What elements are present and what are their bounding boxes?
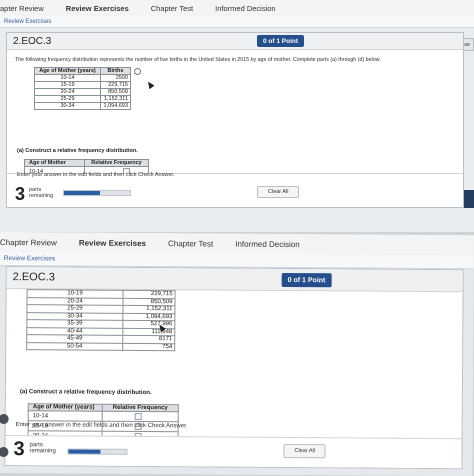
hint-text: Enter your answer in the edit fields and… xyxy=(17,172,175,178)
answer-cell xyxy=(102,411,179,422)
part-a-label: (a) Construct a relative frequency distr… xyxy=(19,389,152,397)
subtab-review-exercises[interactable]: Review Exercises xyxy=(4,19,51,25)
top-screenshot: apter Review Review Exercises Chapter Te… xyxy=(0,0,474,232)
table-row: 10-14 2500 xyxy=(34,74,131,82)
parts-remaining: parts remaining xyxy=(29,187,53,199)
age-cell: 50-54 xyxy=(26,342,123,351)
age-cell: 20-24 xyxy=(34,88,101,96)
remaining-label: remaining xyxy=(29,448,56,455)
parts-remaining: parts remaining xyxy=(29,442,55,454)
table-row: 30-34 1,094,693 xyxy=(34,102,131,110)
tab-chapter-test[interactable]: Chapter Test xyxy=(168,239,213,248)
parts-count: 3 xyxy=(13,438,25,461)
question-title: 2.EOC.3 xyxy=(13,36,52,47)
births-cell: 2500 xyxy=(100,74,131,82)
births-cell: 850,509 xyxy=(100,88,131,96)
expand-table-icon[interactable] xyxy=(134,68,141,75)
question-header: 2.EOC.3 0 of 1 Point xyxy=(7,33,463,50)
births-cell: 754 xyxy=(122,342,175,351)
rel-header-frequency: Relative Frequency xyxy=(102,404,179,412)
births-cell: 1,152,311 xyxy=(100,95,131,103)
answer-input[interactable] xyxy=(134,412,142,420)
question-title: 2.EOC.3 xyxy=(12,271,55,284)
mouse-cursor-icon xyxy=(145,79,155,90)
tab-informed-decision[interactable]: Informed Decision xyxy=(235,239,300,248)
tab-review-exercises[interactable]: Review Exercises xyxy=(66,4,129,13)
clear-all-button[interactable]: Clear All xyxy=(257,186,300,198)
hint-text: Enter your answer in the edit fields and… xyxy=(15,422,188,430)
table-row: 50-54 754 xyxy=(26,342,175,351)
table-row: 15-19 229,715 xyxy=(34,81,131,89)
clear-all-button[interactable]: Clear All xyxy=(283,443,327,459)
births-cell: 229,715 xyxy=(100,81,131,89)
age-cell: 10-14 xyxy=(28,410,103,422)
tab-chapter-review[interactable]: Chapter Review xyxy=(0,237,57,246)
bottom-screenshot: Chapter Review Review Exercises Chapter … xyxy=(0,232,474,476)
age-cell: 25-29 xyxy=(34,95,101,103)
question-intro: The following frequency distribution rep… xyxy=(15,57,381,63)
score-badge: 0 of 1 Point xyxy=(281,272,332,288)
births-header-births: Births xyxy=(100,67,131,75)
question-footer: Enter your answer in the edit fields and… xyxy=(5,422,462,469)
question-panel: 2.EOC.3 0 of 1 Point The following frequ… xyxy=(6,32,464,208)
progress-bar xyxy=(63,190,131,196)
progress-fill xyxy=(64,191,101,195)
breadcrumb: Review Exercises xyxy=(0,16,474,28)
progress-fill xyxy=(68,449,101,454)
births-table: 10-19 229,715 20-24 850,509 25-29 1,152,311… xyxy=(26,289,176,351)
top-nav-bar: apter Review Review Exercises Chapter Te… xyxy=(0,0,474,16)
births-header-age: Age of Mother (years) xyxy=(34,67,101,75)
tab-chapter-review[interactable]: apter Review xyxy=(0,4,44,13)
births-cell: 1,094,693 xyxy=(100,102,131,110)
rel-header-age: Age of Mother xyxy=(24,159,85,167)
remaining-label: remaining xyxy=(29,193,54,199)
parts-count: 3 xyxy=(15,184,26,204)
rel-header-age: Age of Mother (years) xyxy=(28,403,103,412)
births-table: Age of Mother (years) Births 10-14 2500 1… xyxy=(34,67,131,110)
question-header: 2.EOC.3 0 of 1 Point xyxy=(6,267,463,293)
age-cell: 15-19 xyxy=(34,81,101,89)
part-a-label: (a) Construct a relative frequency distr… xyxy=(17,148,138,154)
table-row: 25-29 1,152,311 xyxy=(34,95,131,103)
age-cell: 30-34 xyxy=(34,102,101,110)
progress-bar xyxy=(67,448,128,455)
next-question-button[interactable] xyxy=(464,190,474,208)
tab-informed-decision[interactable]: Informed Decision xyxy=(215,4,275,13)
table-row: 20-24 850,509 xyxy=(34,88,131,96)
subtab-review-exercises[interactable]: Review Exercises xyxy=(4,255,55,262)
age-cell: 10-14 xyxy=(34,74,101,82)
question-panel: 2.EOC.3 0 of 1 Point 10-19 229,715 20-24 8… xyxy=(4,266,464,470)
tab-chapter-test[interactable]: Chapter Test xyxy=(151,4,193,13)
question-footer: Enter your answer in the edit fields and… xyxy=(7,172,463,207)
rel-header-frequency: Relative Frequency xyxy=(84,159,149,167)
tab-review-exercises[interactable]: Review Exercises xyxy=(79,238,146,247)
score-badge: 0 of 1 Point xyxy=(257,35,305,47)
